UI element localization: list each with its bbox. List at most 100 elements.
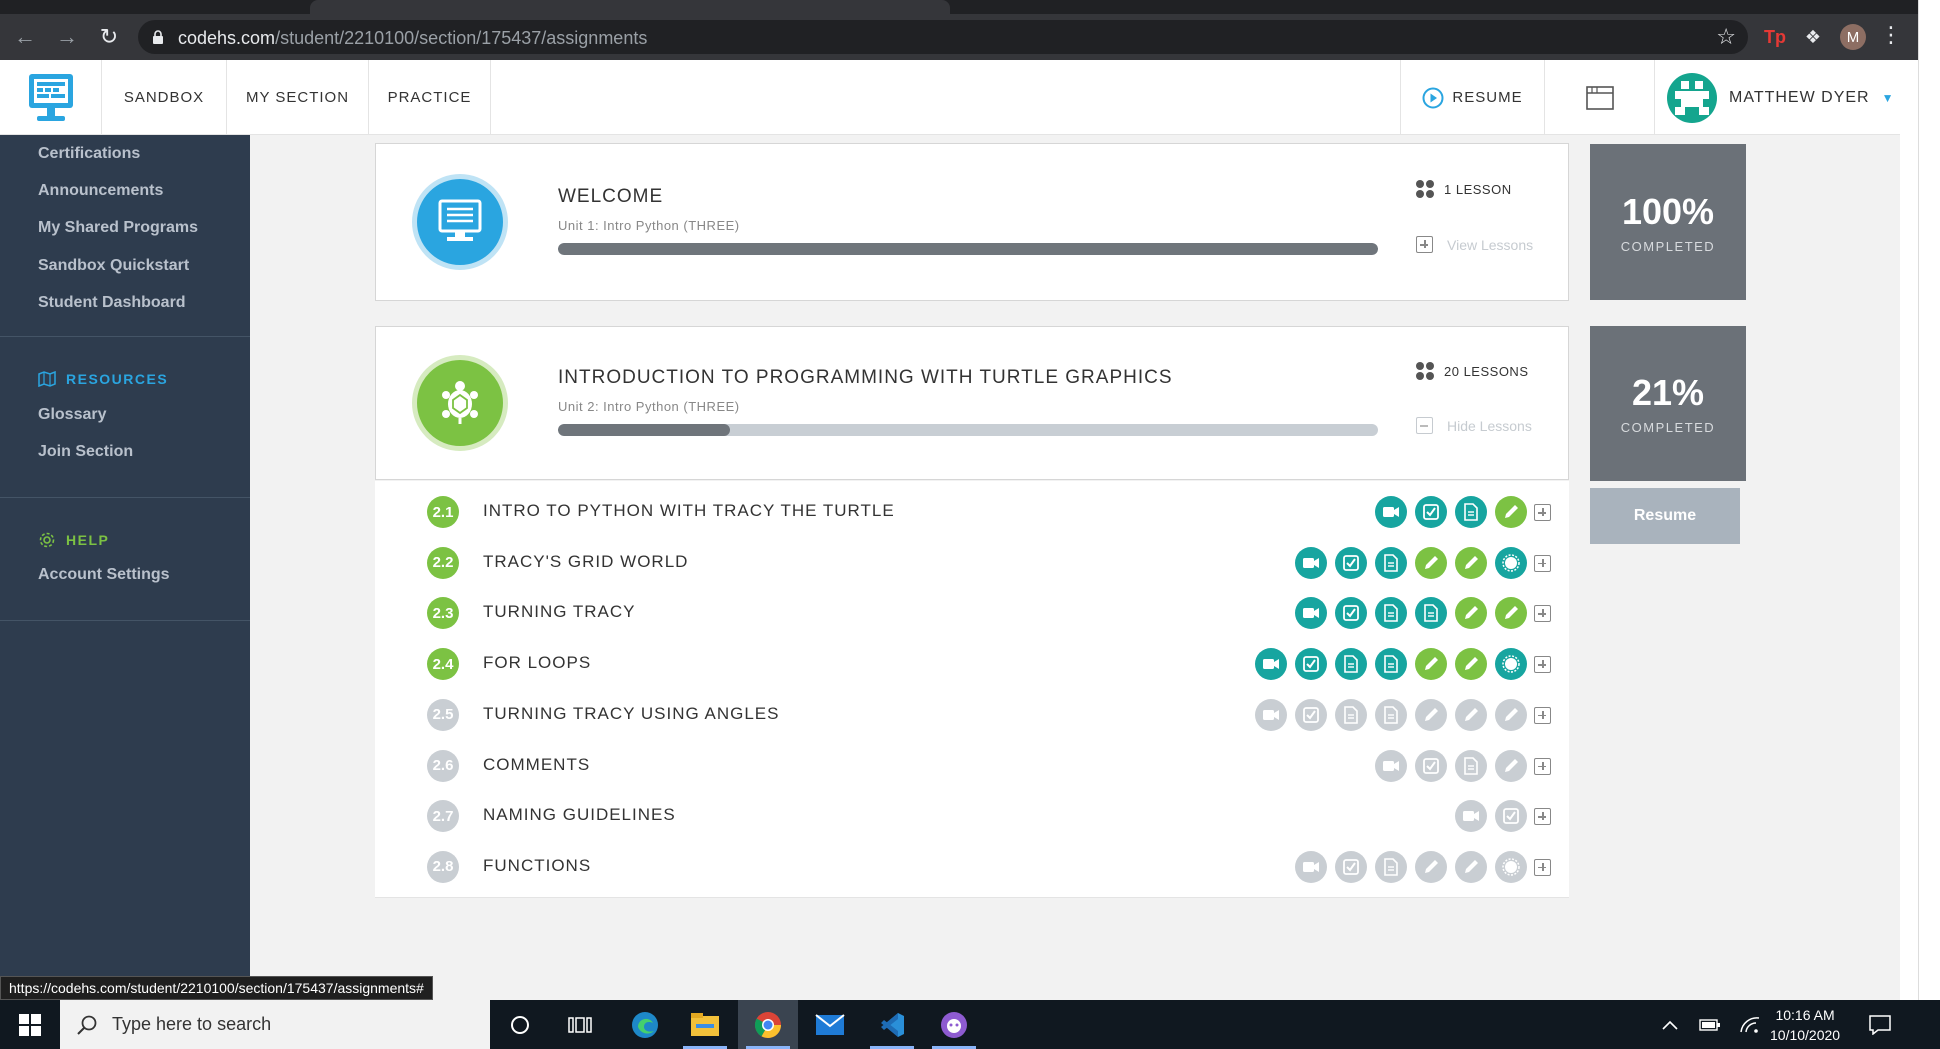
activity-video-icon[interactable]: [1255, 698, 1287, 731]
wifi-icon[interactable]: [1735, 1000, 1765, 1049]
activity-badge-icon[interactable]: [1495, 850, 1527, 883]
activity-check-icon[interactable]: [1335, 850, 1367, 883]
extensions-puzzle-icon[interactable]: ❖: [1800, 24, 1826, 50]
activity-check-icon[interactable]: [1335, 546, 1367, 579]
expand-plus-icon[interactable]: [1534, 757, 1551, 775]
back-icon[interactable]: ←: [10, 22, 40, 52]
activity-pencil-icon[interactable]: [1415, 698, 1447, 731]
windows-start-icon[interactable]: [0, 1000, 60, 1049]
unit-title[interactable]: WELCOME: [558, 186, 663, 208]
activity-badge-icon[interactable]: [1495, 546, 1527, 579]
activity-doc-icon[interactable]: [1375, 850, 1407, 883]
hide-lessons-toggle[interactable]: Hide Lessons: [1416, 417, 1532, 434]
nav-my-section[interactable]: MY SECTION: [227, 60, 369, 135]
vscode-icon[interactable]: [862, 1000, 922, 1049]
notifications-icon[interactable]: [1865, 1000, 1895, 1049]
expand-plus-icon[interactable]: [1534, 554, 1551, 572]
activity-video-icon[interactable]: [1295, 597, 1327, 630]
codehs-logo[interactable]: [0, 60, 102, 135]
user-menu[interactable]: MATTHEW DYER ▼: [1655, 60, 1900, 135]
activity-check-icon[interactable]: [1295, 648, 1327, 681]
forward-icon[interactable]: →: [52, 22, 82, 52]
lesson-row[interactable]: 2.8 FUNCTIONS: [375, 835, 1569, 898]
activity-doc-icon[interactable]: [1335, 698, 1367, 731]
activity-check-icon[interactable]: [1495, 800, 1527, 833]
activity-pencil-icon[interactable]: [1495, 749, 1527, 782]
sidebar-item-glossary[interactable]: Glossary: [38, 406, 106, 424]
sidebar-item-certifications[interactable]: Certifications: [38, 145, 140, 163]
activity-pencil-icon[interactable]: [1455, 597, 1487, 630]
window-layout-button[interactable]: [1545, 60, 1655, 135]
activity-pencil-icon[interactable]: [1415, 850, 1447, 883]
activity-video-icon[interactable]: [1375, 496, 1407, 528]
profile-avatar[interactable]: M: [1840, 24, 1866, 50]
nav-practice[interactable]: PRACTICE: [369, 60, 491, 135]
expand-plus-icon[interactable]: [1534, 808, 1551, 826]
resume-top-button[interactable]: RESUME: [1400, 60, 1545, 135]
resume-button[interactable]: Resume: [1590, 488, 1740, 544]
bookmark-star-icon[interactable]: ☆: [1716, 24, 1736, 50]
taskbar-search-box[interactable]: Type here to search: [60, 1000, 490, 1049]
activity-badge-icon[interactable]: [1495, 648, 1527, 681]
browser-tab-active[interactable]: [310, 0, 950, 14]
activity-doc-icon[interactable]: [1335, 648, 1367, 681]
nav-sandbox[interactable]: SANDBOX: [102, 60, 227, 135]
activity-pencil-icon[interactable]: [1455, 698, 1487, 731]
task-view-icon[interactable]: [550, 1000, 610, 1049]
browser-menu-icon[interactable]: ⋮: [1880, 22, 1902, 48]
sidebar-item-my-shared-programs[interactable]: My Shared Programs: [38, 219, 198, 237]
lesson-title[interactable]: FUNCTIONS: [483, 856, 591, 876]
tray-clock[interactable]: 10:16 AM 10/10/2020: [1770, 1005, 1840, 1045]
activity-video-icon[interactable]: [1295, 546, 1327, 579]
edge-icon[interactable]: [615, 1000, 675, 1049]
chrome-icon[interactable]: [738, 1000, 798, 1049]
lesson-title[interactable]: TURNING TRACY: [483, 602, 635, 622]
expand-plus-icon[interactable]: [1534, 858, 1551, 876]
tray-chevron-icon[interactable]: [1655, 1000, 1685, 1049]
lesson-title[interactable]: TURNING TRACY USING ANGLES: [483, 704, 779, 724]
activity-pencil-icon[interactable]: [1455, 850, 1487, 883]
unit-title[interactable]: INTRODUCTION TO PROGRAMMING WITH TURTLE …: [558, 367, 1173, 389]
activity-doc-icon[interactable]: [1375, 698, 1407, 731]
sidebar-item-sandbox-quickstart[interactable]: Sandbox Quickstart: [38, 257, 189, 275]
activity-pencil-icon[interactable]: [1495, 496, 1527, 528]
sidebar-item-account-settings[interactable]: Account Settings: [38, 566, 170, 584]
activity-video-icon[interactable]: [1255, 648, 1287, 681]
address-bar[interactable]: codehs.com/student/2210100/section/17543…: [138, 20, 1748, 54]
lesson-title[interactable]: FOR LOOPS: [483, 653, 591, 673]
activity-doc-icon[interactable]: [1455, 496, 1487, 528]
activity-pencil-icon[interactable]: [1495, 698, 1527, 731]
sidebar-item-student-dashboard[interactable]: Student Dashboard: [38, 294, 186, 312]
activity-pencil-icon[interactable]: [1495, 597, 1527, 630]
activity-pencil-icon[interactable]: [1455, 546, 1487, 579]
activity-pencil-icon[interactable]: [1455, 648, 1487, 681]
activity-doc-icon[interactable]: [1455, 749, 1487, 782]
sidebar-item-announcements[interactable]: Announcements: [38, 182, 163, 200]
battery-icon[interactable]: [1695, 1000, 1725, 1049]
lesson-title[interactable]: TRACY'S GRID WORLD: [483, 552, 688, 572]
activity-doc-icon[interactable]: [1375, 597, 1407, 630]
unit-card-turtle-graphics[interactable]: INTRODUCTION TO PROGRAMMING WITH TURTLE …: [375, 326, 1569, 480]
expand-plus-icon[interactable]: [1534, 706, 1551, 724]
cortana-icon[interactable]: [490, 1000, 550, 1049]
unit-card-welcome[interactable]: WELCOME Unit 1: Intro Python (THREE) 1 L…: [375, 143, 1569, 301]
github-desktop-icon[interactable]: [924, 1000, 984, 1049]
activity-video-icon[interactable]: [1375, 749, 1407, 782]
expand-plus-icon[interactable]: [1534, 605, 1551, 623]
expand-plus-icon[interactable]: [1534, 504, 1551, 521]
lesson-title[interactable]: INTRO TO PYTHON WITH TRACY THE TURTLE: [483, 501, 895, 521]
activity-doc-icon[interactable]: [1415, 597, 1447, 630]
extension-tp-icon[interactable]: Tp: [1762, 24, 1788, 50]
activity-video-icon[interactable]: [1455, 800, 1487, 833]
view-lessons-toggle[interactable]: View Lessons: [1416, 236, 1533, 253]
reload-icon[interactable]: ↻: [94, 22, 124, 52]
activity-check-icon[interactable]: [1415, 749, 1447, 782]
activity-video-icon[interactable]: [1295, 850, 1327, 883]
sidebar-item-join-section[interactable]: Join Section: [38, 443, 133, 461]
activity-check-icon[interactable]: [1335, 597, 1367, 630]
activity-check-icon[interactable]: [1415, 496, 1447, 528]
lesson-title[interactable]: COMMENTS: [483, 755, 590, 775]
activity-doc-icon[interactable]: [1375, 648, 1407, 681]
activity-check-icon[interactable]: [1295, 698, 1327, 731]
lesson-title[interactable]: NAMING GUIDELINES: [483, 805, 676, 825]
